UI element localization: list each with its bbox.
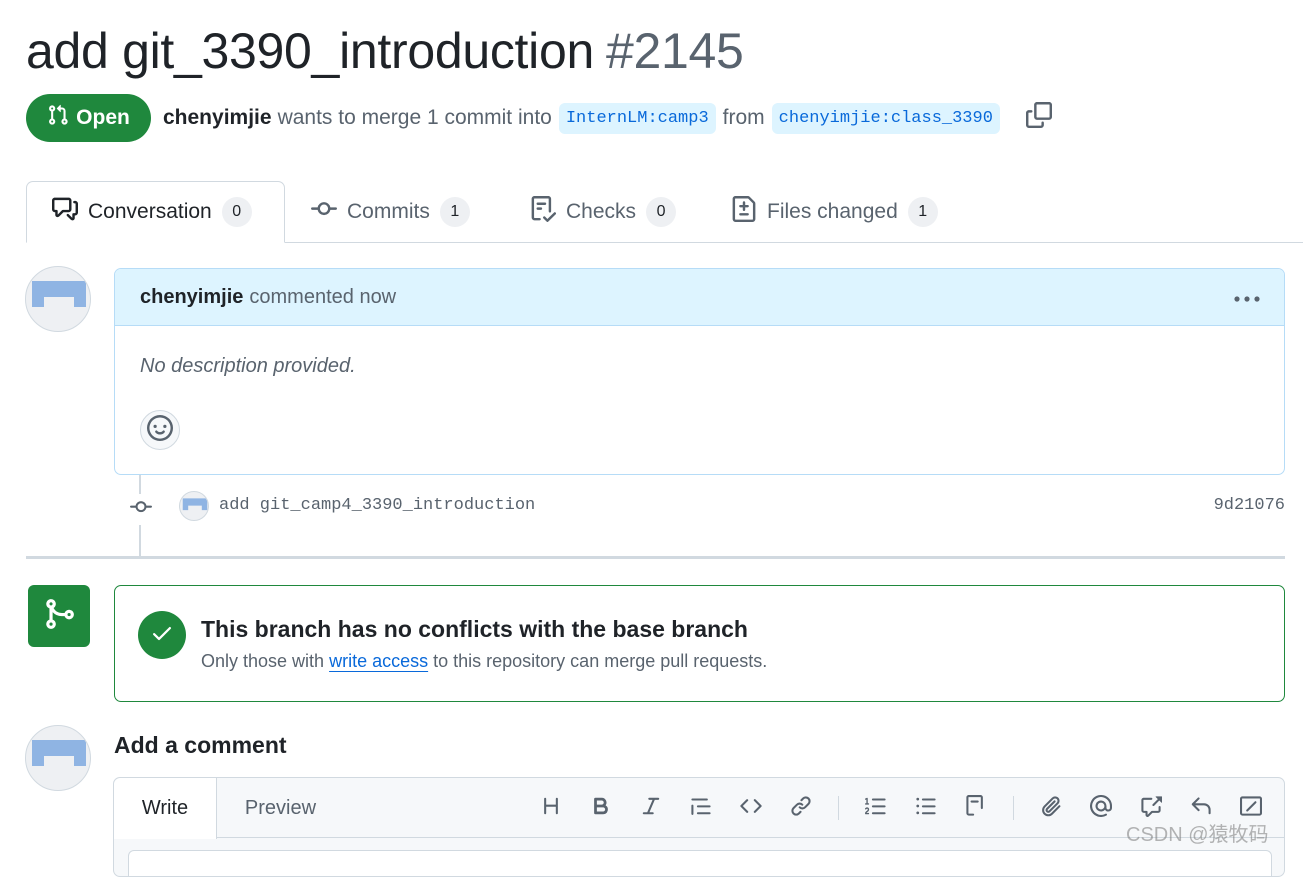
check-icon — [150, 621, 174, 650]
tab-checks-count: 0 — [646, 197, 677, 227]
comment-textarea[interactable] — [128, 850, 1272, 876]
avatar[interactable] — [25, 266, 91, 332]
pr-author-link[interactable]: chenyimjie — [163, 106, 272, 130]
smiley-icon — [147, 414, 173, 446]
pr-title: add git_3390_introduction #2145 — [26, 20, 744, 82]
timeline-commit-item: add git_camp4_3390_introduction 9d21076 — [128, 486, 1285, 526]
tab-files-changed-count: 1 — [907, 197, 938, 227]
comment-timestamp: commented now — [249, 285, 397, 308]
tab-checks-label: Checks — [566, 200, 637, 223]
base-branch-label[interactable]: InternLM:camp3 — [558, 102, 716, 134]
heading-button[interactable] — [536, 793, 566, 823]
merge-status-box: This branch has no conflicts with the ba… — [114, 585, 1285, 702]
pr-state-badge: Open — [26, 94, 151, 142]
tab-commits[interactable]: Commits 1 — [311, 181, 470, 243]
link-icon — [790, 795, 812, 822]
commit-author-avatar[interactable] — [179, 491, 209, 521]
commit-message-link[interactable]: add git_camp4_3390_introduction — [219, 496, 535, 515]
git-pull-request-icon — [47, 104, 69, 132]
copy-icon — [1026, 101, 1052, 133]
pr-merge-summary: chenyimjie wants to merge 1 commit into … — [163, 101, 1007, 135]
italic-icon — [640, 795, 662, 822]
task-list-button[interactable] — [961, 793, 991, 823]
merge-description: wants to merge 1 commit into — [277, 106, 552, 129]
write-access-link[interactable]: write access — [329, 651, 428, 671]
quote-button[interactable] — [686, 793, 716, 823]
comment-discussion-icon — [52, 196, 78, 228]
toolbar-divider — [1013, 796, 1014, 820]
git-commit-icon — [311, 196, 337, 228]
tab-files-changed[interactable]: Files changed 1 — [731, 181, 938, 243]
merge-status-description: Only those with write access to this rep… — [201, 651, 767, 672]
git-merge-icon — [42, 597, 76, 636]
bold-icon — [590, 795, 612, 822]
avatar[interactable] — [25, 725, 91, 791]
pr-state-label: Open — [76, 106, 130, 129]
tab-conversation-label: Conversation — [88, 200, 212, 223]
mention-button[interactable] — [1086, 793, 1116, 823]
add-comment-heading: Add a comment — [114, 732, 287, 758]
list-unordered-icon — [915, 795, 937, 822]
pr-title-text: add git_3390_introduction — [26, 23, 594, 79]
file-diff-icon — [731, 196, 757, 228]
merge-status-prefix: Only those with — [201, 651, 325, 671]
toolbar-divider — [838, 796, 839, 820]
code-button[interactable] — [736, 793, 766, 823]
copy-branch-button[interactable] — [1025, 101, 1053, 133]
heading-icon — [540, 795, 562, 822]
from-text: from — [722, 106, 765, 129]
quote-icon — [690, 795, 712, 822]
comment-options-button[interactable] — [1230, 283, 1264, 311]
tasklist-icon — [965, 794, 987, 822]
pr-description-comment: chenyimjie commented now No description … — [114, 268, 1285, 475]
italic-button[interactable] — [636, 793, 666, 823]
git-commit-icon — [128, 494, 154, 525]
tab-conversation[interactable]: Conversation 0 — [26, 181, 285, 243]
tab-preview[interactable]: Preview — [218, 778, 343, 839]
unordered-list-button[interactable] — [911, 793, 941, 823]
head-branch-label[interactable]: chenyimjie:class_3390 — [771, 102, 1000, 134]
merge-status-icon — [28, 585, 90, 647]
kebab-horizontal-icon — [1233, 286, 1261, 309]
tab-files-changed-label: Files changed — [767, 200, 898, 223]
tab-commits-count: 1 — [439, 197, 470, 227]
timeline-divider — [26, 556, 1285, 559]
editor-tabbar: Write Preview — [114, 778, 1284, 839]
link-button[interactable] — [786, 793, 816, 823]
pr-number: #2145 — [605, 23, 744, 79]
comment-header: chenyimjie commented now — [115, 269, 1284, 326]
merge-check-badge — [138, 611, 186, 659]
merge-status-suffix: to this repository can merge pull reques… — [433, 651, 768, 671]
merge-status-title: This branch has no conflicts with the ba… — [201, 616, 748, 642]
ordered-list-button[interactable] — [861, 793, 891, 823]
watermark: CSDN @猿牧码 — [1126, 824, 1269, 846]
bold-button[interactable] — [586, 793, 616, 823]
tab-checks[interactable]: Checks 0 — [530, 181, 677, 243]
commit-sha-link[interactable]: 9d21076 — [1214, 496, 1285, 515]
tab-write[interactable]: Write — [114, 778, 217, 839]
tab-commits-label: Commits — [347, 200, 430, 223]
tab-conversation-count: 0 — [221, 197, 252, 227]
mention-icon — [1089, 794, 1112, 822]
checklist-icon — [530, 196, 557, 228]
code-icon — [740, 795, 762, 822]
comment-editor: Write Preview — [113, 777, 1285, 877]
attach-file-button[interactable] — [1036, 793, 1066, 823]
comment-author-link[interactable]: chenyimjie — [140, 286, 243, 309]
list-ordered-icon — [865, 795, 887, 822]
paperclip-icon — [1040, 795, 1062, 822]
add-reaction-button[interactable] — [140, 410, 180, 450]
comment-body: No description provided. — [140, 355, 356, 377]
